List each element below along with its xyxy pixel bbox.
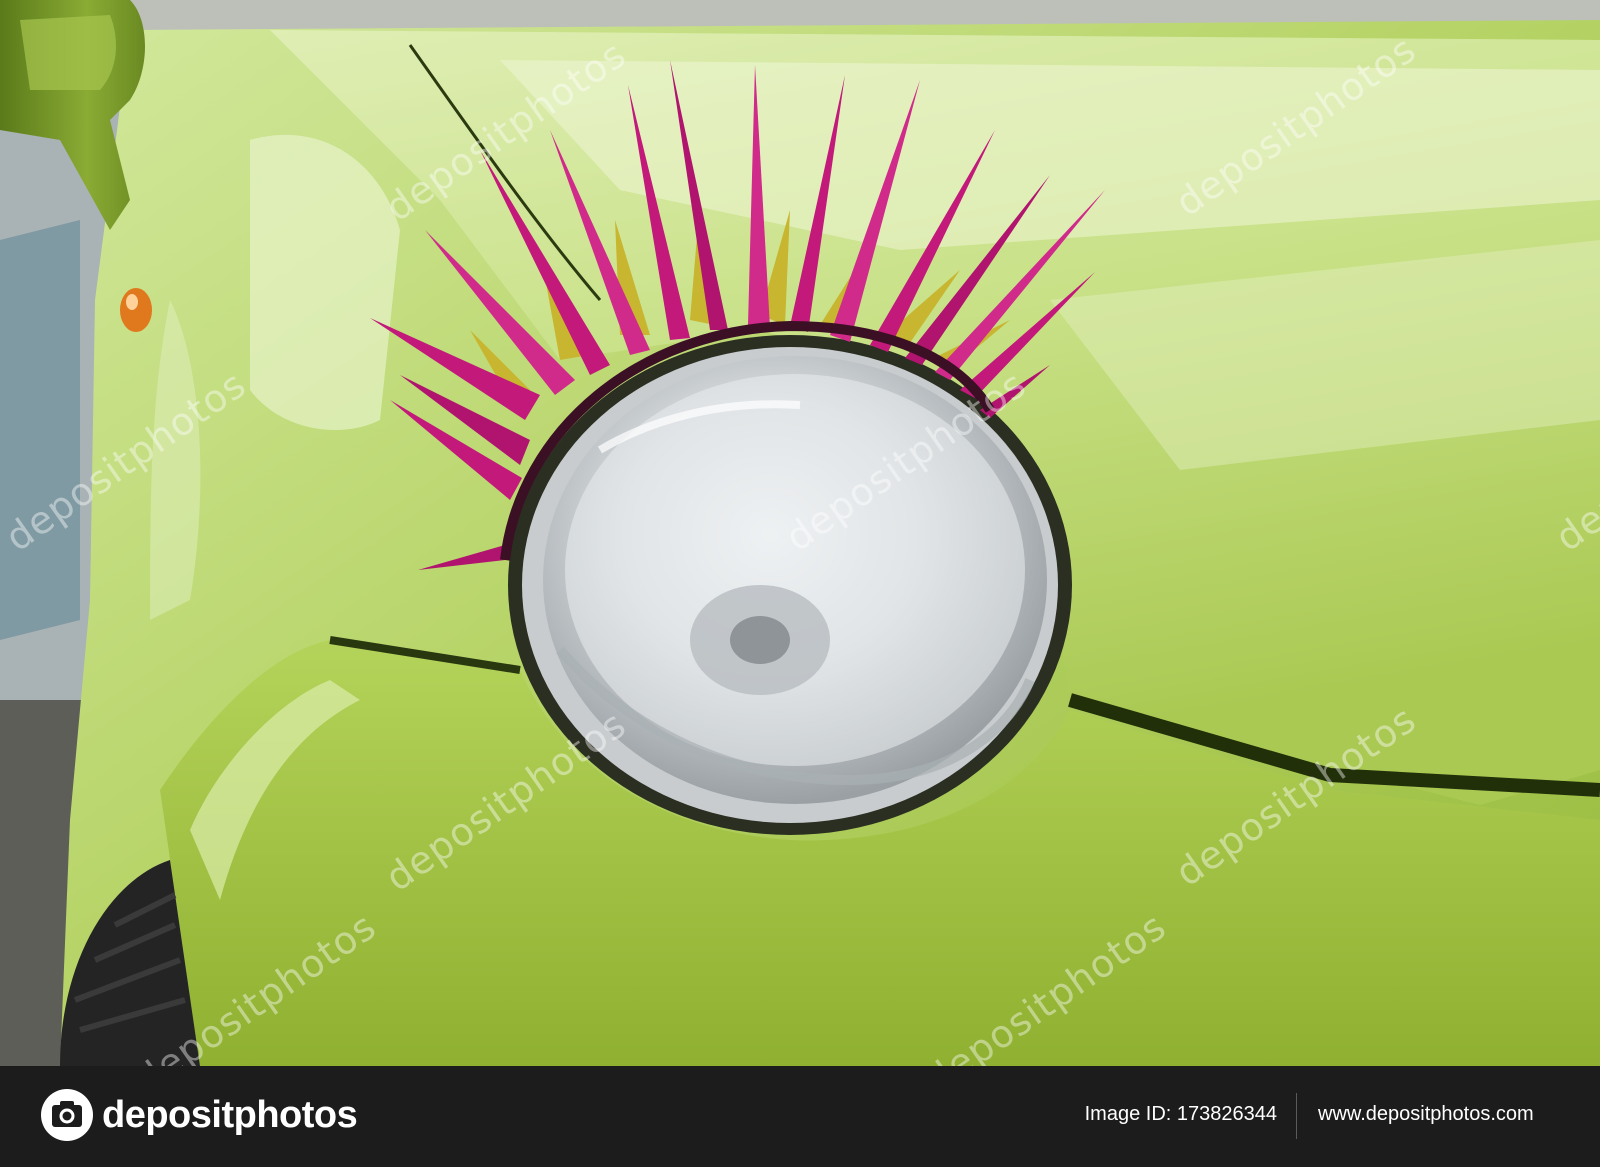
photo-illustration <box>0 0 1600 1066</box>
image-id-label: Image ID: 173826344 <box>1084 1103 1277 1125</box>
footer-bar: depositphotos Image ID: 173826344 www.de… <box>0 1066 1600 1167</box>
footer-divider <box>1296 1093 1297 1139</box>
camera-logo-icon <box>41 1089 93 1141</box>
brand-logo-text[interactable]: depositphotos <box>102 1094 358 1137</box>
site-url-link[interactable]: www.depositphotos.com <box>1318 1103 1534 1126</box>
car-headlight-photo: depositphotos depositphotos depositphoto… <box>0 0 1600 1066</box>
